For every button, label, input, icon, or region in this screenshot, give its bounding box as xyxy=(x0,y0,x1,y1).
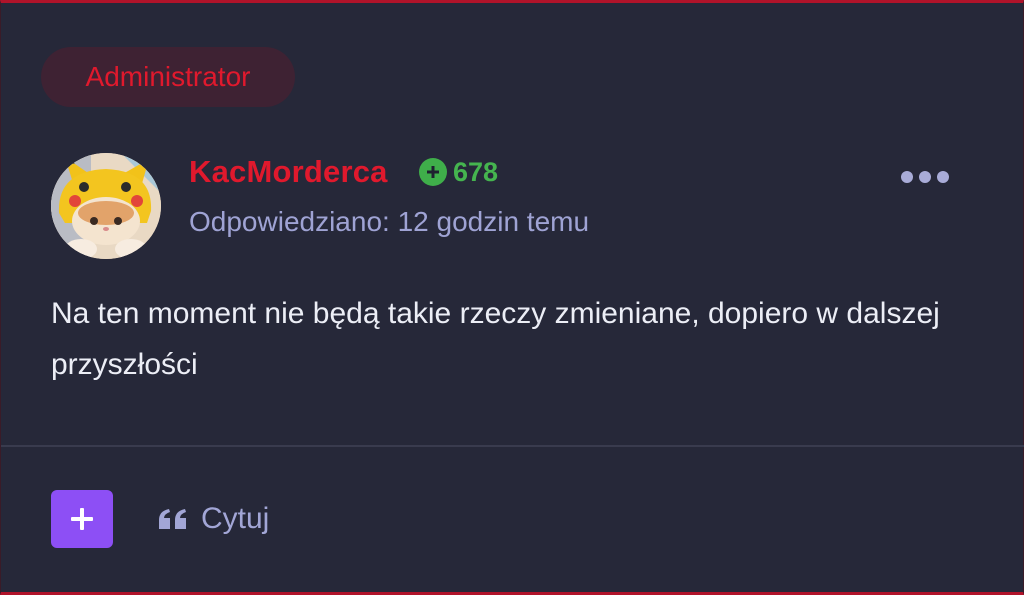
reputation: 678 xyxy=(419,157,498,187)
reputation-value: 678 xyxy=(453,157,499,187)
role-badge-label: Administrator xyxy=(85,61,251,92)
react-button[interactable] xyxy=(51,490,113,548)
quote-label: Cytuj xyxy=(201,502,270,535)
post-content: Na ten moment nie będą takie rzeczy zmie… xyxy=(51,297,940,381)
author-username[interactable]: KacMorderca xyxy=(189,151,388,193)
plus-icon xyxy=(71,508,93,530)
more-horizontal-icon xyxy=(937,171,949,183)
more-horizontal-icon xyxy=(919,171,931,183)
more-horizontal-icon xyxy=(901,171,913,183)
role-badge: Administrator xyxy=(41,47,295,107)
quote-icon xyxy=(159,509,186,529)
quote-button[interactable]: Cytuj xyxy=(157,497,269,541)
post-card: Administrator KacMorderca 678 Odpowiedzi… xyxy=(0,0,1024,595)
more-options-button[interactable] xyxy=(897,163,953,191)
cat-pikachu-hood-icon xyxy=(51,153,161,259)
post-timestamp: Odpowiedziano: 12 godzin temu xyxy=(189,206,590,237)
plus-circle-icon xyxy=(419,158,447,186)
avatar[interactable] xyxy=(51,153,161,259)
divider xyxy=(1,445,1024,447)
